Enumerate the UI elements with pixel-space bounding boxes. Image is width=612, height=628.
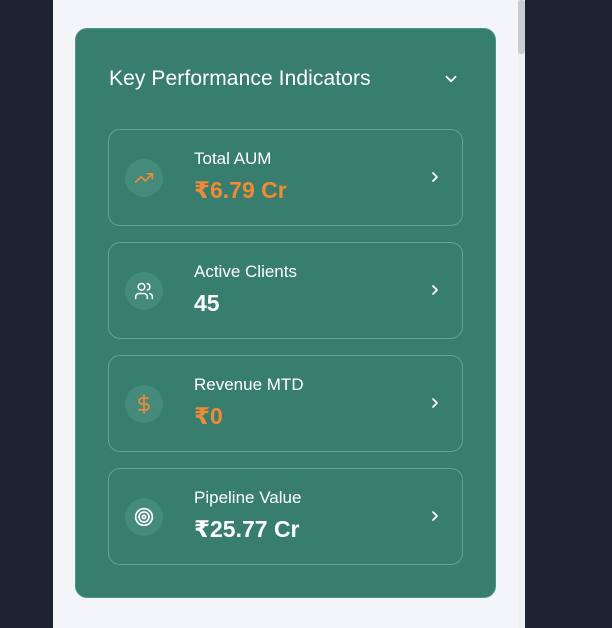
kpi-icon-badge <box>125 498 163 536</box>
kpi-card-total-aum[interactable]: Total AUM ₹6.79 Cr <box>108 129 463 226</box>
kpi-label: Active Clients <box>194 262 297 281</box>
kpi-label: Pipeline Value <box>194 488 302 507</box>
users-icon <box>134 282 154 300</box>
kpi-card-pipeline-value[interactable]: Pipeline Value ₹25.77 Cr <box>108 468 463 565</box>
dollar-sign-icon <box>138 394 150 414</box>
kpi-label: Total AUM <box>194 149 272 168</box>
chevron-down-icon <box>445 75 457 83</box>
kpi-card-active-clients[interactable]: Active Clients 45 <box>108 242 463 339</box>
kpi-value: ₹25.77 Cr <box>194 516 300 542</box>
kpi-icon-badge <box>125 385 163 423</box>
scrollbar-track[interactable] <box>518 0 525 628</box>
kpi-panel: Key Performance Indicators Total AUM ₹6.… <box>75 28 496 598</box>
panel-title: Key Performance Indicators <box>109 67 371 90</box>
kpi-value: ₹6.79 Cr <box>194 177 287 203</box>
kpi-panel-header[interactable]: Key Performance Indicators <box>109 65 463 95</box>
kpi-icon-badge <box>125 159 163 197</box>
kpi-value: 45 <box>194 290 220 316</box>
chevron-right-icon <box>426 281 444 299</box>
kpi-card-revenue-mtd[interactable]: Revenue MTD ₹0 <box>108 355 463 452</box>
trending-up-icon <box>134 173 154 183</box>
scrollbar-thumb[interactable] <box>518 0 525 54</box>
kpi-label: Revenue MTD <box>194 375 304 394</box>
chevron-right-icon <box>426 168 444 186</box>
chevron-right-icon <box>426 394 444 412</box>
kpi-icon-badge <box>125 272 163 310</box>
target-icon <box>134 507 154 527</box>
kpi-value: ₹0 <box>194 403 223 429</box>
collapse-toggle-button[interactable] <box>439 67 463 91</box>
chevron-right-icon <box>426 507 444 525</box>
